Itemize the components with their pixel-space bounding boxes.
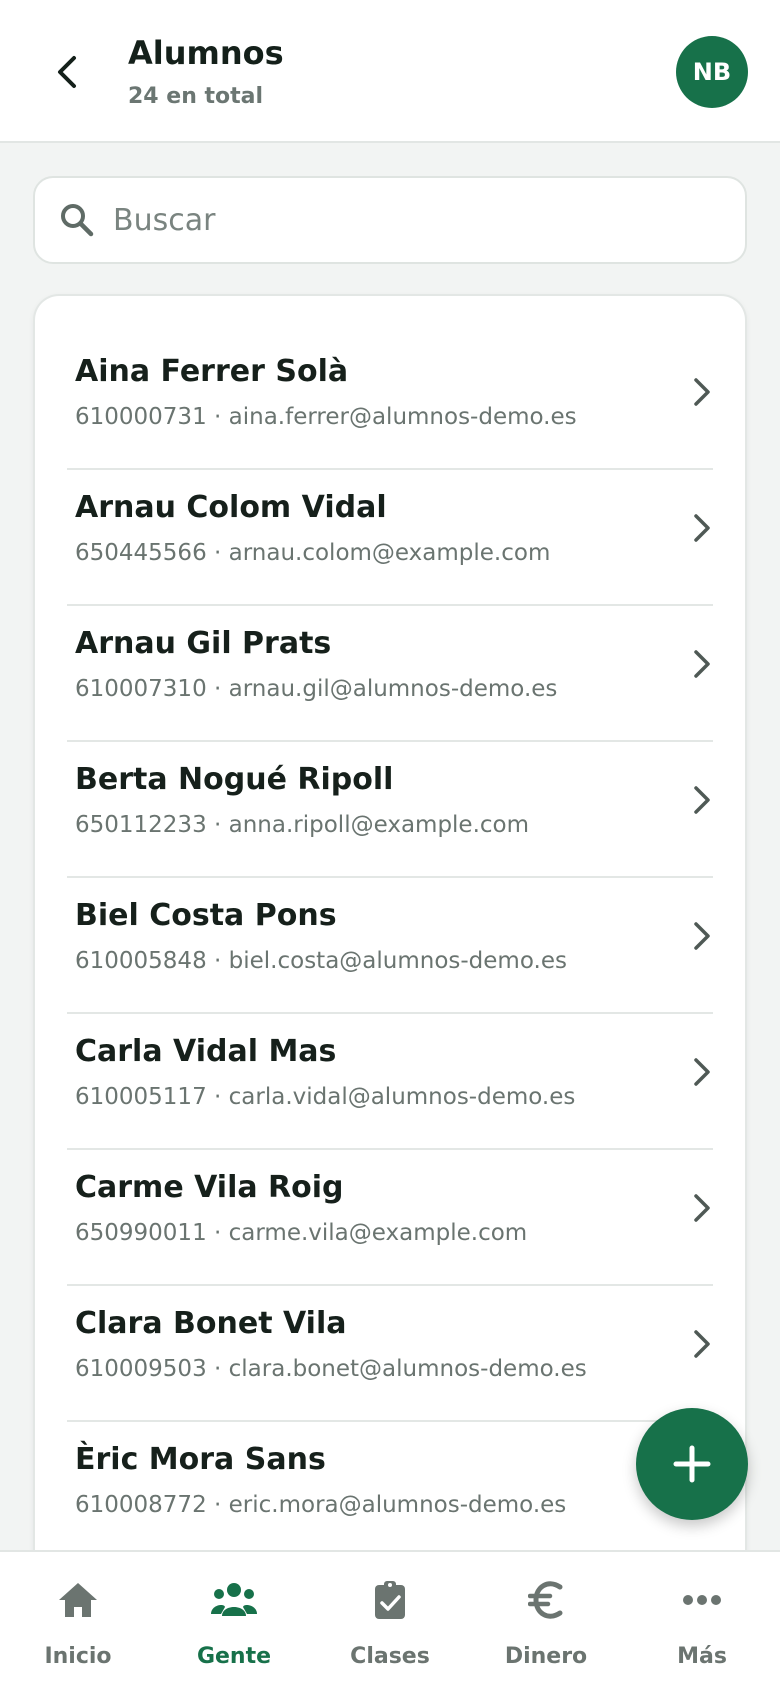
nav-label: Más <box>677 1644 727 1669</box>
chevron-right-icon <box>687 780 717 820</box>
student-row[interactable]: Arnau Colom Vidal 650445566 · arnau.colom… <box>35 470 745 606</box>
student-contact: 610005848 · biel.costa@alumnos-demo.es <box>75 948 567 974</box>
student-row[interactable]: Arnau Gil Prats 610007310 · arnau.gil@alu… <box>35 606 745 742</box>
bottom-navigation: Inicio Gente Clases Dinero Más <box>0 1550 780 1688</box>
student-name: Carme Vila Roig <box>75 1170 344 1205</box>
nav-item-gente[interactable]: Gente <box>156 1552 312 1688</box>
chevron-right-icon <box>687 644 717 684</box>
student-row[interactable]: Biel Costa Pons 610005848 · biel.costa@al… <box>35 878 745 1014</box>
chevron-right-icon <box>687 1188 717 1228</box>
nav-item-dinero[interactable]: Dinero <box>468 1552 624 1688</box>
student-name: Arnau Colom Vidal <box>75 490 387 525</box>
chevron-right-icon <box>687 1324 717 1364</box>
page-subtitle: 24 en total <box>128 84 264 109</box>
student-row[interactable]: Berta Nogué Ripoll 650112233 · anna.ripol… <box>35 742 745 878</box>
student-name: Arnau Gil Prats <box>75 626 332 661</box>
search-input[interactable] <box>113 202 713 238</box>
avatar[interactable]: NB <box>676 36 748 108</box>
student-name: Clara Bonet Vila <box>75 1306 347 1341</box>
student-name: Èric Mora Sans <box>75 1442 326 1477</box>
student-row[interactable]: Èric Mora Sans 610008772 · eric.mora@alum… <box>35 1422 745 1558</box>
plus-icon <box>673 1445 711 1483</box>
clipboard-check-icon <box>312 1576 468 1624</box>
nav-item-inicio[interactable]: Inicio <box>0 1552 156 1688</box>
nav-label: Inicio <box>44 1644 112 1669</box>
student-contact: 650445566 · arnau.colom@example.com <box>75 540 551 566</box>
student-row[interactable]: Aina Ferrer Solà 610000731 · aina.ferrer@… <box>35 334 745 470</box>
student-row[interactable]: Carme Vila Roig 650990011 · carme.vila@ex… <box>35 1150 745 1286</box>
student-name: Aina Ferrer Solà <box>75 354 349 389</box>
student-contact: 610007310 · arnau.gil@alumnos-demo.es <box>75 676 558 702</box>
nav-label: Gente <box>196 1644 272 1669</box>
student-contact: 610005117 · carla.vidal@alumnos-demo.es <box>75 1084 576 1110</box>
people-icon <box>156 1576 312 1624</box>
more-dots-icon <box>624 1576 780 1624</box>
student-contact: 650112233 · anna.ripoll@example.com <box>75 812 530 838</box>
nav-item-mas[interactable]: Más <box>624 1552 780 1688</box>
student-contact: 610009503 · clara.bonet@alumnos-demo.es <box>75 1356 587 1382</box>
student-row[interactable]: Clara Bonet Vila 610009503 · clara.bonet@… <box>35 1286 745 1422</box>
student-contact: 610008772 · eric.mora@alumnos-demo.es <box>75 1492 567 1518</box>
student-name: Biel Costa Pons <box>75 898 337 933</box>
nav-label: Clases <box>350 1644 430 1669</box>
student-list: Aina Ferrer Solà 610000731 · aina.ferrer@… <box>35 334 745 1558</box>
student-name: Carla Vidal Mas <box>75 1034 337 1069</box>
chevron-right-icon <box>687 372 717 412</box>
home-icon <box>0 1576 156 1624</box>
nav-item-clases[interactable]: Clases <box>312 1552 468 1688</box>
student-row[interactable]: Carla Vidal Mas 610005117 · carla.vidal@a… <box>35 1014 745 1150</box>
chevron-right-icon <box>687 916 717 956</box>
student-list-card: Aina Ferrer Solà 610000731 · aina.ferrer@… <box>33 294 747 1614</box>
search-icon <box>61 204 94 237</box>
chevron-left-icon <box>58 56 76 88</box>
add-student-button[interactable] <box>636 1408 748 1520</box>
chevron-right-icon <box>687 508 717 548</box>
search-box[interactable] <box>33 176 747 264</box>
nav-label: Dinero <box>504 1644 588 1669</box>
student-name: Berta Nogué Ripoll <box>75 762 394 797</box>
student-contact: 650990011 · carme.vila@example.com <box>75 1220 528 1246</box>
top-app-bar: Alumnos 24 en total NB <box>0 0 780 143</box>
back-button[interactable] <box>42 44 92 100</box>
student-contact: 610000731 · aina.ferrer@alumnos-demo.es <box>75 404 577 430</box>
euro-icon <box>468 1576 624 1624</box>
page-title: Alumnos <box>128 34 284 72</box>
chevron-right-icon <box>687 1052 717 1092</box>
